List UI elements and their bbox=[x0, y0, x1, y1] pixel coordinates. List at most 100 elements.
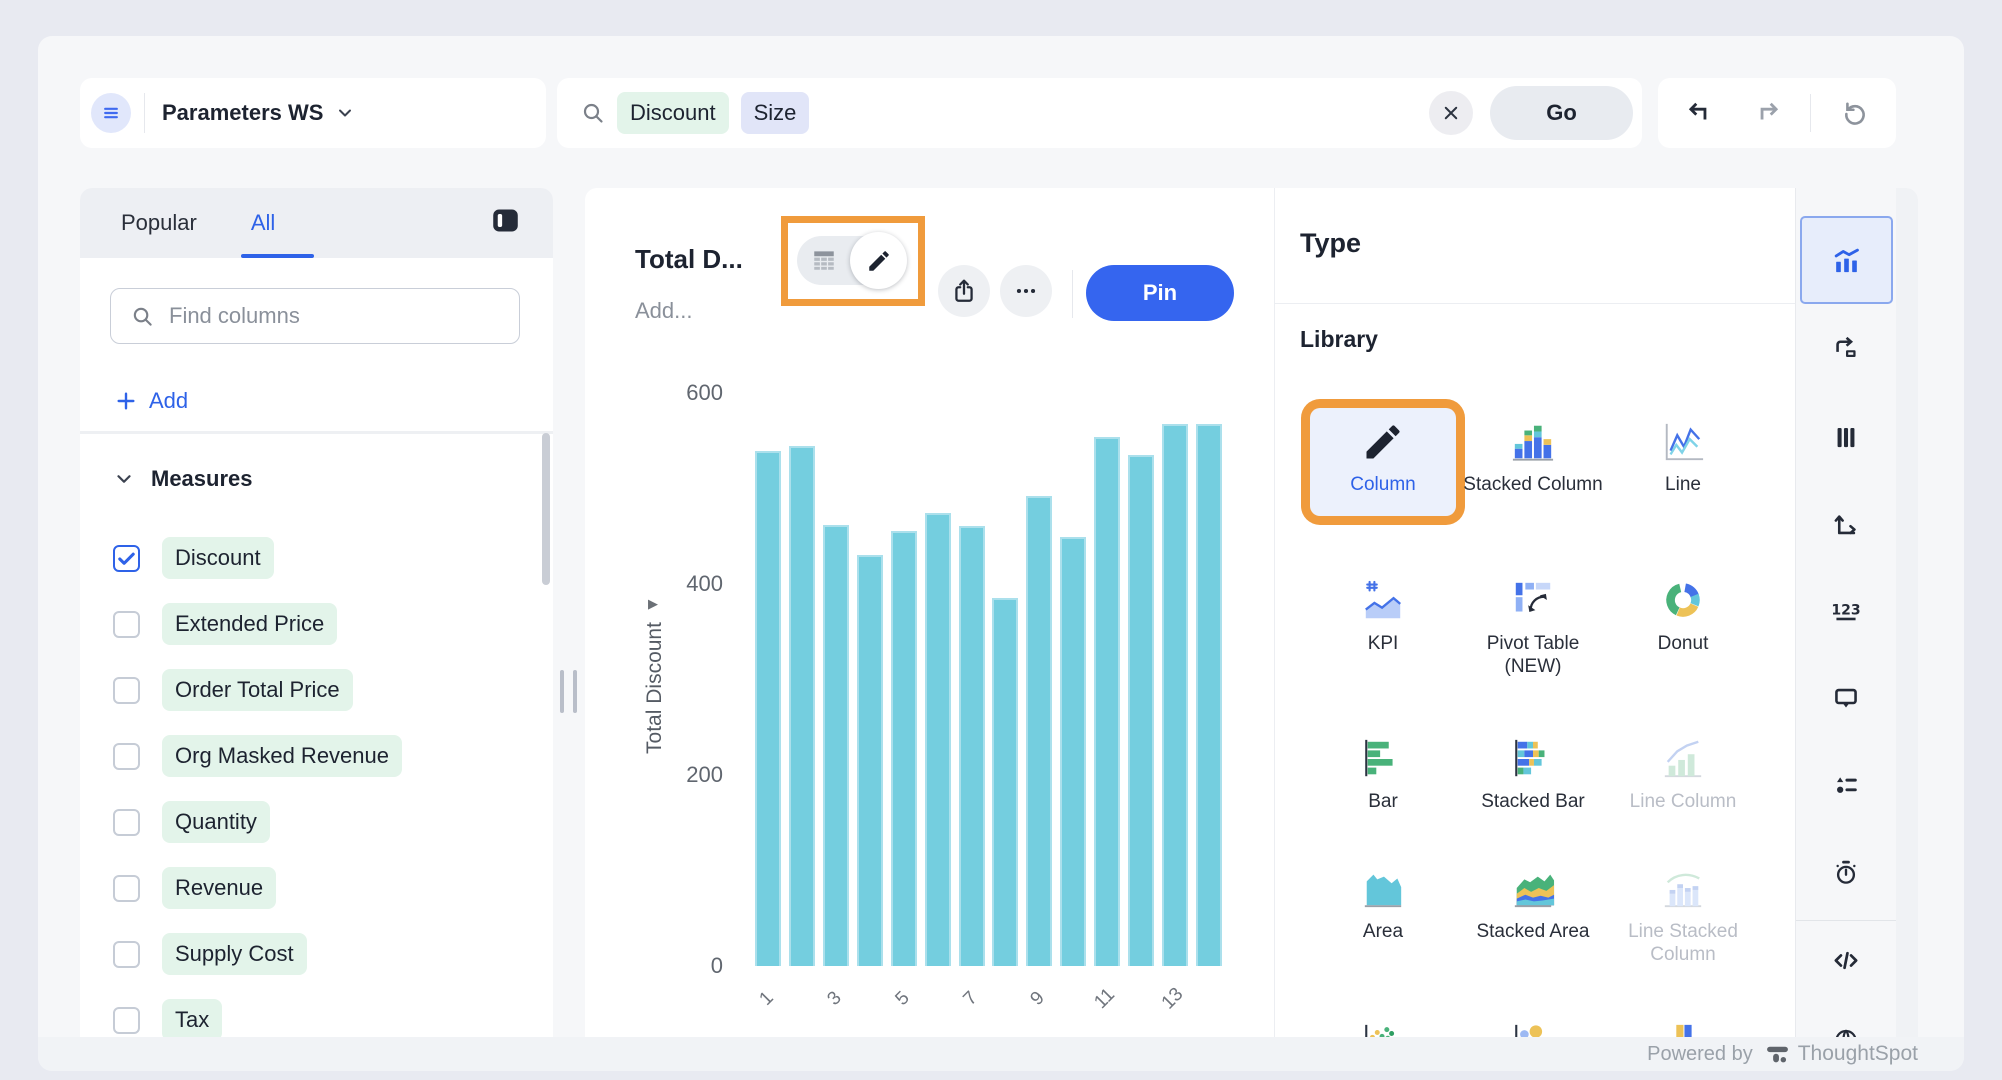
chart-subtitle[interactable]: Add... bbox=[635, 298, 692, 324]
bar[interactable] bbox=[925, 513, 951, 966]
rail-chart-config-button[interactable] bbox=[1800, 216, 1893, 304]
chart-type-label: Donut bbox=[1658, 633, 1709, 656]
chart-type-label: Line Stacked Column bbox=[1610, 921, 1756, 967]
checkbox-unchecked[interactable] bbox=[113, 809, 140, 836]
measure-chip[interactable]: Revenue bbox=[162, 867, 276, 909]
chevron-down-icon[interactable] bbox=[335, 103, 355, 123]
chart-type-stacked-bar[interactable]: Stacked Bar bbox=[1460, 725, 1606, 833]
bar-chart-plot[interactable] bbox=[755, 389, 1222, 966]
tab-all[interactable]: All bbox=[251, 210, 275, 236]
checkbox-checked[interactable] bbox=[113, 545, 140, 572]
more-options-button[interactable] bbox=[1000, 265, 1052, 317]
find-columns-input[interactable] bbox=[169, 303, 469, 329]
measure-chip[interactable]: Extended Price bbox=[162, 603, 337, 645]
chart-type-label: Stacked Area bbox=[1476, 921, 1589, 944]
measure-row: Revenue bbox=[80, 855, 553, 921]
chart-title: Total D... bbox=[635, 244, 743, 275]
reset-icon[interactable] bbox=[1842, 100, 1868, 126]
collapse-panel-icon[interactable] bbox=[490, 205, 521, 236]
chart-type-pivot-table-new[interactable]: Pivot Table (NEW) bbox=[1460, 567, 1606, 679]
share-icon bbox=[951, 278, 977, 304]
bar[interactable] bbox=[823, 525, 849, 966]
clear-search-button[interactable] bbox=[1429, 91, 1473, 135]
rail-code-button[interactable] bbox=[1833, 947, 1860, 974]
go-button[interactable]: Go bbox=[1490, 86, 1633, 140]
checkbox-unchecked[interactable] bbox=[113, 875, 140, 902]
rail-legend-button[interactable] bbox=[1833, 772, 1860, 799]
measure-chip[interactable]: Supply Cost bbox=[162, 933, 307, 975]
checkbox-unchecked[interactable] bbox=[113, 611, 140, 638]
measure-row: Org Masked Revenue bbox=[80, 723, 553, 789]
chart-type-line[interactable]: Line bbox=[1610, 408, 1756, 516]
edit-chart-button[interactable] bbox=[850, 232, 907, 289]
bar[interactable] bbox=[1060, 537, 1086, 966]
section-label: Measures bbox=[151, 466, 253, 492]
chart-type-bar[interactable]: Bar bbox=[1310, 725, 1456, 833]
tab-popular[interactable]: Popular bbox=[121, 210, 197, 236]
bar[interactable] bbox=[789, 446, 815, 966]
line-icon bbox=[1660, 420, 1706, 464]
y-axis-tick-label: 200 bbox=[653, 762, 723, 788]
chart-type-column[interactable]: Column bbox=[1310, 408, 1456, 516]
bar[interactable] bbox=[1196, 424, 1222, 966]
add-label: Add bbox=[149, 388, 188, 414]
share-button[interactable] bbox=[938, 265, 990, 317]
chart-type-donut[interactable]: Donut bbox=[1610, 567, 1756, 675]
measure-chip[interactable]: Tax bbox=[162, 999, 222, 1041]
stacked-column-icon bbox=[1510, 420, 1556, 464]
pin-button[interactable]: Pin bbox=[1086, 265, 1234, 321]
app-window: Parameters WS Discount Size Go Popular A… bbox=[38, 36, 1964, 1071]
chart-type-area[interactable]: Area bbox=[1310, 855, 1456, 963]
bar[interactable] bbox=[857, 555, 883, 966]
chart-type-label: Stacked Column bbox=[1463, 474, 1602, 497]
scrollbar-thumb[interactable] bbox=[542, 433, 550, 585]
add-column-button[interactable]: Add bbox=[115, 388, 188, 414]
chart-type-label: Line Column bbox=[1630, 791, 1737, 814]
bar[interactable] bbox=[891, 531, 917, 966]
divider bbox=[1275, 303, 1795, 304]
rail-tooltip-button[interactable] bbox=[1833, 685, 1860, 712]
history-toolbar bbox=[1658, 78, 1896, 148]
panel-resize-handle[interactable] bbox=[560, 670, 577, 713]
measure-chip[interactable]: Discount bbox=[162, 537, 274, 579]
scrollbar-gutter bbox=[1896, 188, 1918, 1071]
measure-chip[interactable]: Order Total Price bbox=[162, 669, 353, 711]
checkbox-unchecked[interactable] bbox=[113, 941, 140, 968]
measure-row: Discount bbox=[80, 525, 553, 591]
measure-row: Supply Cost bbox=[80, 921, 553, 987]
bar[interactable] bbox=[1162, 424, 1188, 966]
undo-icon[interactable] bbox=[1686, 100, 1712, 126]
rail-columns-button[interactable] bbox=[1833, 424, 1860, 451]
checkbox-unchecked[interactable] bbox=[113, 1007, 140, 1034]
redo-icon[interactable] bbox=[1755, 100, 1781, 126]
checkbox-unchecked[interactable] bbox=[113, 677, 140, 704]
search-token-size[interactable]: Size bbox=[741, 92, 810, 134]
search-token-discount[interactable]: Discount bbox=[617, 92, 729, 134]
bar[interactable] bbox=[1094, 437, 1120, 966]
line-stacked-column-icon bbox=[1660, 867, 1706, 911]
measure-chip[interactable]: Quantity bbox=[162, 801, 270, 843]
measure-chip[interactable]: Org Masked Revenue bbox=[162, 735, 402, 777]
chart-type-kpi[interactable]: KPI bbox=[1310, 567, 1456, 675]
table-view-icon[interactable] bbox=[810, 247, 838, 273]
rail-number-format-button[interactable]: 123 bbox=[1833, 598, 1860, 625]
measures-section-header[interactable]: Measures bbox=[113, 466, 253, 492]
worksheet-selector[interactable]: Parameters WS bbox=[162, 100, 323, 126]
bar[interactable] bbox=[992, 598, 1018, 966]
rail-swap-axes-button[interactable] bbox=[1833, 335, 1860, 362]
rail-axes-button[interactable] bbox=[1833, 511, 1860, 538]
find-columns-field[interactable] bbox=[110, 288, 520, 344]
chart-type-stacked-column[interactable]: Stacked Column bbox=[1460, 408, 1606, 516]
workspace-bar: Parameters WS bbox=[80, 78, 546, 148]
y-axis-title[interactable]: Total Discount bbox=[643, 588, 667, 788]
data-panel-toggle-button[interactable] bbox=[91, 93, 131, 133]
search-bar[interactable]: Discount Size Go bbox=[557, 78, 1642, 148]
bar[interactable] bbox=[959, 526, 985, 966]
bar[interactable] bbox=[1026, 496, 1052, 966]
chart-type-stacked-area[interactable]: Stacked Area bbox=[1460, 855, 1606, 963]
rail-timer-button[interactable] bbox=[1833, 859, 1860, 886]
bar[interactable] bbox=[1128, 455, 1154, 966]
checkbox-unchecked[interactable] bbox=[113, 743, 140, 770]
footer: Powered by ThoughtSpot bbox=[38, 1037, 1964, 1071]
bar[interactable] bbox=[755, 451, 781, 966]
